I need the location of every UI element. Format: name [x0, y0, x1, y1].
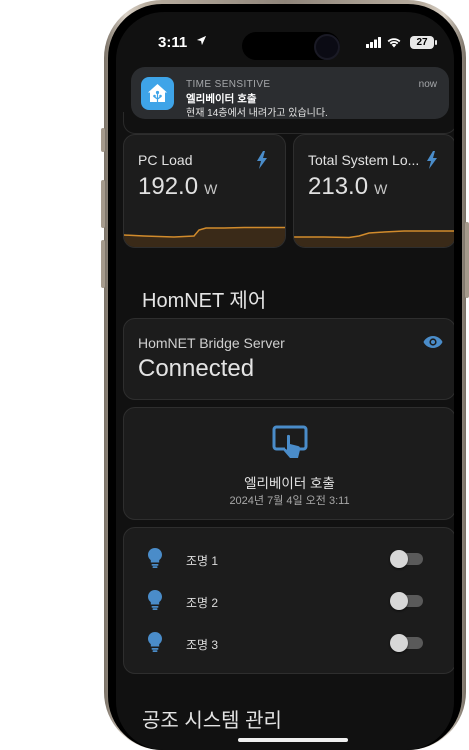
battery-tip — [435, 40, 437, 45]
sensor-card-pc-load[interactable]: PC Load 192.0 W — [123, 134, 286, 248]
light-label: 조명 3 — [186, 638, 219, 652]
toggle-knob — [390, 592, 408, 610]
location-arrow-icon — [196, 35, 207, 46]
notification-time: now — [418, 79, 437, 90]
sparkline-chart — [124, 226, 285, 247]
eye-icon[interactable] — [423, 335, 443, 349]
light-row-3: 조명 3 — [124, 628, 454, 658]
light-label: 조명 2 — [186, 596, 219, 610]
gesture-tap-icon — [272, 425, 308, 458]
volume-up-button — [101, 180, 105, 228]
section-title-homnet: HomNET 제어 — [142, 290, 267, 312]
lightbulb-icon[interactable] — [148, 632, 162, 652]
sensor-value: 213.0 W — [308, 173, 387, 201]
sensor-unit: W — [374, 181, 388, 197]
phone-bezel: 3:11 27 TIME SENSITIVE now 엘리베이터 호출 현재 1… — [108, 4, 462, 750]
notification-body: 현재 14층에서 내려가고 있습니다. — [186, 108, 328, 119]
light-toggle-2[interactable] — [390, 592, 423, 610]
power-button — [465, 222, 469, 298]
lights-card: 조명 1 조명 2 조명 3 — [123, 527, 454, 674]
sensor-value: 192.0 W — [138, 173, 217, 201]
bridge-server-name: HomNET Bridge Server — [138, 335, 285, 351]
sensor-name: Total System Lo... — [308, 152, 420, 168]
sensor-unit: W — [204, 181, 218, 197]
status-time: 3:11 — [158, 34, 188, 51]
light-label: 조명 1 — [186, 554, 219, 568]
wifi-icon — [387, 38, 401, 48]
bridge-server-status: Connected — [138, 355, 255, 382]
elevator-call-timestamp: 2024년 7월 4일 오전 3:11 — [229, 495, 350, 507]
sensor-value-number: 213.0 — [308, 173, 369, 200]
toggle-knob — [390, 550, 408, 568]
sparkline-chart — [294, 230, 454, 247]
section-title-hvac: 공조 시스템 관리 — [142, 710, 282, 732]
status-bar: 3:11 27 — [116, 12, 454, 60]
signal-icon — [366, 37, 381, 48]
screen: 3:11 27 TIME SENSITIVE now 엘리베이터 호출 현재 1… — [116, 12, 454, 750]
volume-down-button — [101, 240, 105, 288]
sensor-value-number: 192.0 — [138, 173, 199, 200]
sensor-card-total-system-load[interactable]: Total System Lo... 213.0 W — [293, 134, 454, 248]
lightning-bolt-icon — [427, 151, 437, 169]
lightning-bolt-icon — [257, 151, 267, 169]
home-indicator[interactable] — [238, 738, 348, 742]
lightbulb-icon[interactable] — [148, 548, 162, 568]
front-camera — [314, 34, 340, 60]
lightbulb-icon[interactable] — [148, 590, 162, 610]
light-toggle-3[interactable] — [390, 634, 423, 652]
battery-indicator: 27 — [410, 36, 434, 49]
light-row-2: 조명 2 — [124, 586, 454, 616]
light-row-1: 조명 1 — [124, 544, 454, 574]
bridge-server-card[interactable]: HomNET Bridge Server Connected — [123, 318, 454, 400]
sensor-name: PC Load — [138, 152, 193, 168]
elevator-call-card[interactable]: 엘리베이터 호출 2024년 7월 4일 오전 3:11 — [123, 407, 454, 520]
notification-banner[interactable]: TIME SENSITIVE now 엘리베이터 호출 현재 14층에서 내려가… — [131, 67, 449, 119]
phone-frame: 3:11 27 TIME SENSITIVE now 엘리베이터 호출 현재 1… — [101, 0, 469, 750]
elevator-call-name: 엘리베이터 호출 — [244, 476, 335, 491]
toggle-knob — [390, 634, 408, 652]
light-toggle-1[interactable] — [390, 550, 423, 568]
home-assistant-icon — [141, 77, 174, 110]
notification-category: TIME SENSITIVE — [186, 79, 271, 90]
action-button — [101, 128, 105, 152]
